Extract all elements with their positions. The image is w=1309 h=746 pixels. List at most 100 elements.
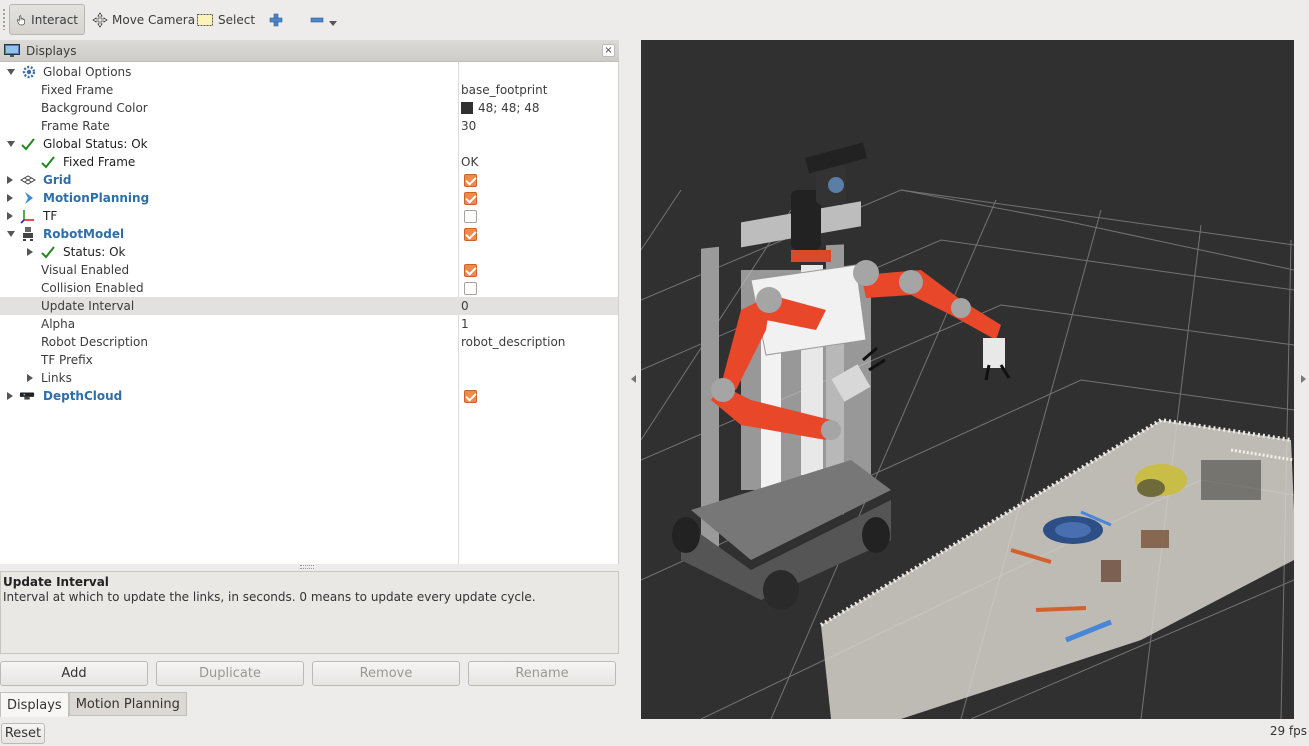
remove-display-button[interactable]: Remove — [312, 661, 460, 686]
tree-row-depth-cloud[interactable]: DepthCloud — [0, 387, 618, 405]
reset-button[interactable]: Reset — [1, 723, 45, 744]
tab-displays[interactable]: Displays — [0, 692, 69, 717]
robot-icon — [20, 226, 36, 242]
tree-row-status-ok[interactable]: Status: Ok — [0, 243, 618, 261]
duplicate-display-button[interactable]: Duplicate — [156, 661, 304, 686]
tree-label: Status: Ok — [63, 245, 126, 259]
splitter-handle[interactable] — [300, 565, 314, 569]
collision-enabled-checkbox[interactable] — [464, 279, 477, 297]
depth-cloud-enabled-checkbox[interactable] — [464, 387, 477, 405]
scene-render — [641, 142, 1294, 719]
frame-rate-value[interactable]: 30 — [461, 117, 476, 135]
select-label: Select — [218, 12, 256, 27]
expand-arrow-icon[interactable] — [7, 231, 15, 237]
tree-row-alpha[interactable]: Alpha 1 — [0, 315, 618, 333]
expand-arrow-icon[interactable] — [27, 374, 33, 382]
displays-panel-title: Displays — [26, 43, 77, 58]
robot-model-enabled-checkbox[interactable] — [464, 225, 477, 243]
add-display-button[interactable]: Add — [0, 661, 148, 686]
tree-label: Fixed Frame — [63, 155, 136, 169]
interact-tool-button[interactable]: Interact — [9, 4, 85, 35]
point-cloud — [819, 417, 1294, 719]
tree-row-global-status[interactable]: Global Status: Ok — [0, 135, 618, 153]
select-rectangle-icon — [197, 13, 213, 26]
toolbar: Interact Move Camera Select — [0, 0, 1309, 40]
alpha-value[interactable]: 1 — [461, 315, 469, 333]
tree-row-global-options[interactable]: Global Options — [0, 63, 618, 81]
move-camera-tool-button[interactable]: Move Camera — [86, 4, 201, 35]
monitor-icon — [4, 43, 20, 57]
tree-label: Frame Rate — [41, 119, 110, 133]
remove-tool-dropdown[interactable] — [303, 4, 343, 35]
panel-tabs: Displays Motion Planning — [0, 692, 187, 717]
description-title: Update Interval — [3, 575, 109, 589]
tree-row-grid[interactable]: Grid — [0, 171, 618, 189]
tree-row-tf-prefix[interactable]: TF Prefix — [0, 351, 618, 369]
tf-enabled-checkbox[interactable] — [464, 207, 477, 225]
color-swatch — [461, 102, 473, 114]
update-interval-value[interactable]: 0 — [461, 297, 469, 315]
axes-icon — [20, 208, 36, 224]
move-arrows-icon — [92, 11, 108, 28]
displays-tree: Global Options Fixed Frame base_footprin… — [0, 62, 619, 564]
tree-label: DepthCloud — [43, 389, 123, 403]
plus-icon — [269, 13, 283, 26]
expand-arrow-icon[interactable] — [7, 141, 15, 147]
tree-label: Visual Enabled — [41, 263, 130, 277]
tree-label: Update Interval — [41, 299, 135, 313]
tree-row-fixed-frame[interactable]: Fixed Frame base_footprint — [0, 81, 618, 99]
robot-description-value[interactable]: robot_description — [461, 333, 565, 351]
moveit-icon — [21, 190, 37, 206]
tree-row-collision-enabled[interactable]: Collision Enabled — [0, 279, 618, 297]
tree-row-frame-rate[interactable]: Frame Rate 30 — [0, 117, 618, 135]
kinect-icon — [19, 388, 35, 404]
tree-label: TF Prefix — [41, 353, 93, 367]
grid-enabled-checkbox[interactable] — [464, 171, 477, 189]
tree-row-tf[interactable]: TF — [0, 207, 618, 225]
tab-motion-planning[interactable]: Motion Planning — [68, 692, 187, 716]
move-camera-label: Move Camera — [112, 12, 196, 27]
close-panel-button[interactable]: × — [602, 44, 615, 57]
tree-label: Links — [41, 371, 72, 385]
checkmark-icon — [40, 154, 56, 170]
tree-row-visual-enabled[interactable]: Visual Enabled — [0, 261, 618, 279]
background-color-value[interactable]: 48; 48; 48 — [461, 99, 540, 117]
toolbar-grip[interactable] — [2, 8, 6, 30]
tree-label: MotionPlanning — [43, 191, 150, 205]
status-bar: Reset 29 fps — [0, 721, 1309, 746]
select-tool-button[interactable]: Select — [190, 4, 261, 35]
motion-planning-enabled-checkbox[interactable] — [464, 189, 477, 207]
robot-arm-right — [853, 260, 1011, 381]
expand-arrow-icon[interactable] — [7, 176, 13, 184]
tree-row-background-color[interactable]: Background Color 48; 48; 48 — [0, 99, 618, 117]
tree-row-motion-planning[interactable]: MotionPlanning — [0, 189, 618, 207]
fixed-frame-value[interactable]: base_footprint — [461, 81, 547, 99]
tree-label: RobotModel — [43, 227, 125, 241]
description-text: Interval at which to update the links, i… — [3, 590, 536, 604]
collapse-right-arrow-icon[interactable] — [1301, 375, 1306, 383]
tree-row-links[interactable]: Links — [0, 369, 618, 387]
tree-label: Alpha — [41, 317, 76, 331]
tree-row-fixed-frame-status[interactable]: Fixed Frame OK — [0, 153, 618, 171]
grid-icon — [20, 172, 36, 188]
background-color-text: 48; 48; 48 — [478, 101, 540, 115]
tree-row-robot-description[interactable]: Robot Description robot_description — [0, 333, 618, 351]
fps-readout: 29 fps — [1269, 724, 1307, 738]
add-tool-button[interactable] — [262, 4, 290, 35]
visual-enabled-checkbox[interactable] — [464, 261, 477, 279]
collapse-left-arrow-icon[interactable] — [631, 375, 636, 383]
tree-row-update-interval[interactable]: Update Interval 0 — [0, 297, 618, 315]
expand-arrow-icon[interactable] — [7, 392, 13, 400]
tree-label: Grid — [43, 173, 72, 187]
expand-arrow-icon[interactable] — [7, 194, 13, 202]
rename-display-button[interactable]: Rename — [468, 661, 616, 686]
render-viewport[interactable] — [641, 40, 1294, 719]
checkmark-icon — [40, 244, 56, 260]
tree-label: Fixed Frame — [41, 83, 114, 97]
property-description-box: Update Interval Interval at which to upd… — [0, 571, 619, 654]
expand-arrow-icon[interactable] — [7, 69, 15, 75]
expand-arrow-icon[interactable] — [27, 248, 33, 256]
tree-label: Robot Description — [41, 335, 148, 349]
tree-row-robot-model[interactable]: RobotModel — [0, 225, 618, 243]
expand-arrow-icon[interactable] — [7, 212, 13, 220]
